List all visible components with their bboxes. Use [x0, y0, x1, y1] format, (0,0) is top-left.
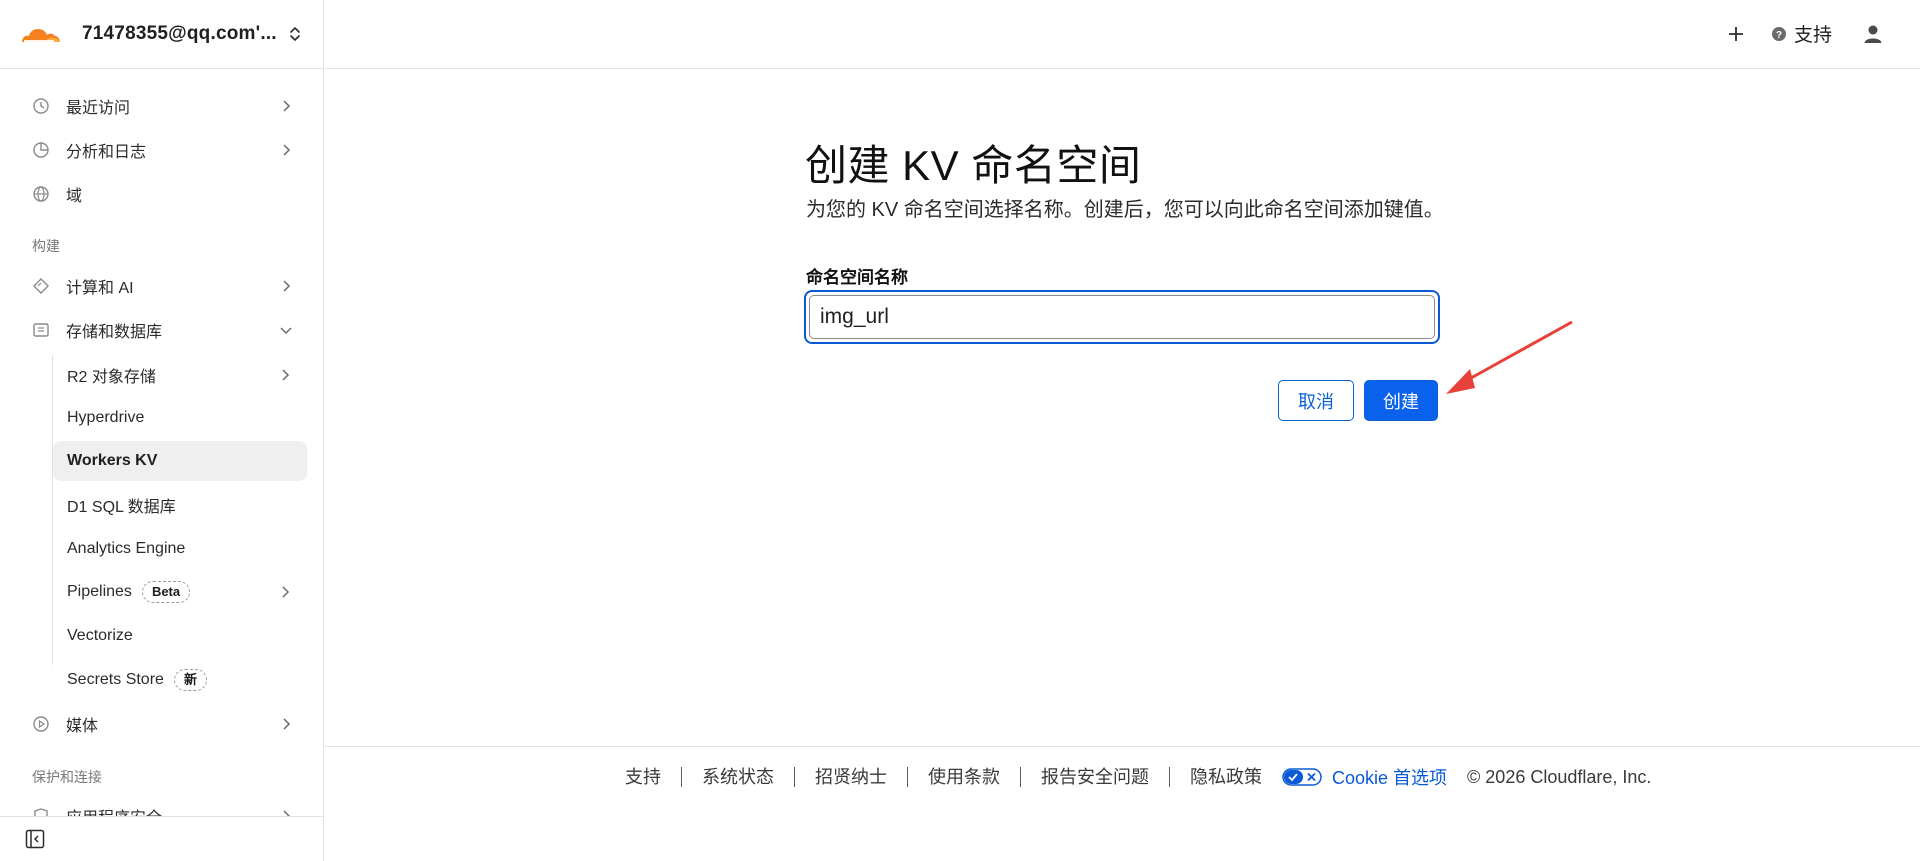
sidebar-item-app-security[interactable]: 应用程序安全 [20, 796, 308, 816]
sidebar-item-label: Hyperdrive [67, 409, 145, 426]
chevron-right-icon [282, 369, 290, 381]
account-switcher[interactable]: 71478355@qq.com'... [0, 0, 323, 69]
account-name: 71478355@qq.com'... [82, 23, 277, 44]
copyright: © 2026 Cloudflare, Inc. [1467, 766, 1652, 787]
support-menu[interactable]: ? 支持 [1771, 20, 1832, 47]
add-icon[interactable] [1725, 23, 1747, 45]
sidebar-item-label: Workers KV [67, 452, 158, 469]
globe-icon [33, 186, 49, 202]
sidebar-item-label: 分析和日志 [66, 144, 147, 161]
annotation-arrow-icon [1446, 320, 1573, 394]
shield-icon [34, 808, 48, 816]
sidebar-item-label: Pipelines [67, 583, 132, 600]
chevron-right-icon [283, 810, 291, 816]
chevron-right-icon [283, 144, 291, 156]
footer-link-report-security[interactable]: 报告安全问题 [1021, 767, 1170, 787]
sidebar-item-label: 最近访问 [66, 100, 131, 117]
footer-link-status[interactable]: 系统状态 [682, 767, 795, 787]
pie-chart-icon [33, 142, 49, 158]
chevron-right-icon [283, 718, 291, 730]
sidebar-subitem-r2[interactable]: R2 对象存储 [53, 355, 307, 395]
chevron-down-icon [280, 327, 292, 335]
sidebar-nav: 最近访问 分析和日志 域 构建 计算和 AI 存储和数据库 R2 对象存储 Hy… [0, 69, 323, 816]
sidebar-item-label: 存储和数据库 [66, 324, 163, 341]
beta-badge: Beta [141, 581, 191, 603]
section-label-protect: 保护和连接 [32, 769, 102, 785]
footer-link-careers[interactable]: 招贤纳士 [795, 767, 908, 787]
database-icon [33, 323, 49, 337]
sidebar-subitem-workers-kv[interactable]: Workers KV [53, 441, 307, 481]
sidebar-item-label: 应用程序安全 [66, 804, 162, 816]
chevron-up-down-icon[interactable] [285, 24, 305, 44]
clock-icon [33, 98, 49, 114]
sidebar-item-domains[interactable]: 域 [20, 174, 308, 214]
cancel-button[interactable]: 取消 [1278, 380, 1354, 421]
sidebar-item-label: R2 对象存储 [67, 369, 156, 386]
chevron-right-icon [282, 586, 290, 598]
sidebar-item-label: 域 [66, 188, 83, 205]
sidebar-item-label: Analytics Engine [67, 540, 186, 557]
sidebar-item-storage[interactable]: 存储和数据库 [20, 310, 308, 350]
chevron-right-icon [283, 100, 291, 112]
create-button[interactable]: 创建 [1364, 380, 1438, 421]
svg-text:?: ? [1776, 30, 1782, 41]
namespace-name-field-wrapper [804, 290, 1440, 344]
user-icon[interactable] [1862, 23, 1884, 45]
sidebar-item-label: 计算和 AI [66, 280, 134, 297]
sidebar-item-label: Secrets Store [67, 671, 164, 688]
page-title: 创建 KV 命名空间 [805, 142, 1142, 189]
sidebar-item-analytics[interactable]: 分析和日志 [20, 130, 308, 170]
collapse-sidebar-icon[interactable] [25, 829, 45, 849]
cloudflare-logo-icon [22, 29, 60, 42]
footer-divider [325, 746, 1920, 747]
footer-link-support[interactable]: 支持 [625, 767, 682, 787]
footer-link-privacy[interactable]: 隐私政策 [1170, 767, 1282, 787]
footer: 支持 系统状态 招贤纳士 使用条款 报告安全问题 隐私政策 Cookie 首选项… [625, 764, 1651, 790]
sidebar-subitem-hyperdrive[interactable]: Hyperdrive [53, 398, 307, 438]
sidebar-item-compute-ai[interactable]: 计算和 AI [20, 266, 308, 306]
cookie-preferences-link[interactable]: Cookie 首选项 [1282, 764, 1447, 790]
sidebar-subitem-analytics-engine[interactable]: Analytics Engine [53, 529, 307, 569]
section-label-build: 构建 [32, 238, 60, 254]
sidebar-item-media[interactable]: 媒体 [20, 704, 308, 744]
namespace-name-label: 命名空间名称 [806, 268, 908, 287]
top-bar: ? 支持 [325, 0, 1920, 69]
play-circle-icon [33, 716, 49, 732]
page-description: 为您的 KV 命名空间选择名称。创建后，您可以向此命名空间添加键值。 [806, 199, 1444, 221]
sidebar-item-label: 媒体 [66, 718, 99, 735]
sidebar-item-label: D1 SQL 数据库 [67, 499, 176, 516]
sidebar-item-recent[interactable]: 最近访问 [20, 86, 308, 126]
sidebar-subitem-pipelines[interactable]: Pipelines Beta [53, 572, 307, 612]
sidebar-item-label: Vectorize [67, 627, 133, 644]
sidebar-subitem-d1[interactable]: D1 SQL 数据库 [53, 485, 307, 525]
support-label: 支持 [1793, 25, 1832, 46]
privacy-toggle-icon [1282, 768, 1322, 786]
cookie-label: Cookie 首选项 [1332, 768, 1448, 788]
new-badge: 新 [173, 669, 207, 691]
sidebar: 71478355@qq.com'... 最近访问 分析和日志 域 构建 计算和 … [0, 0, 324, 861]
top-actions: ? 支持 [1725, 20, 1884, 47]
footer-link-terms[interactable]: 使用条款 [908, 767, 1021, 787]
diamond-icon [33, 278, 49, 294]
sidebar-subitem-secrets-store[interactable]: Secrets Store 新 [53, 660, 307, 700]
chevron-right-icon [283, 280, 291, 292]
namespace-name-input[interactable] [809, 295, 1435, 339]
sidebar-footer [0, 816, 323, 861]
help-icon: ? [1771, 26, 1786, 41]
sidebar-subitem-vectorize[interactable]: Vectorize [53, 616, 307, 656]
